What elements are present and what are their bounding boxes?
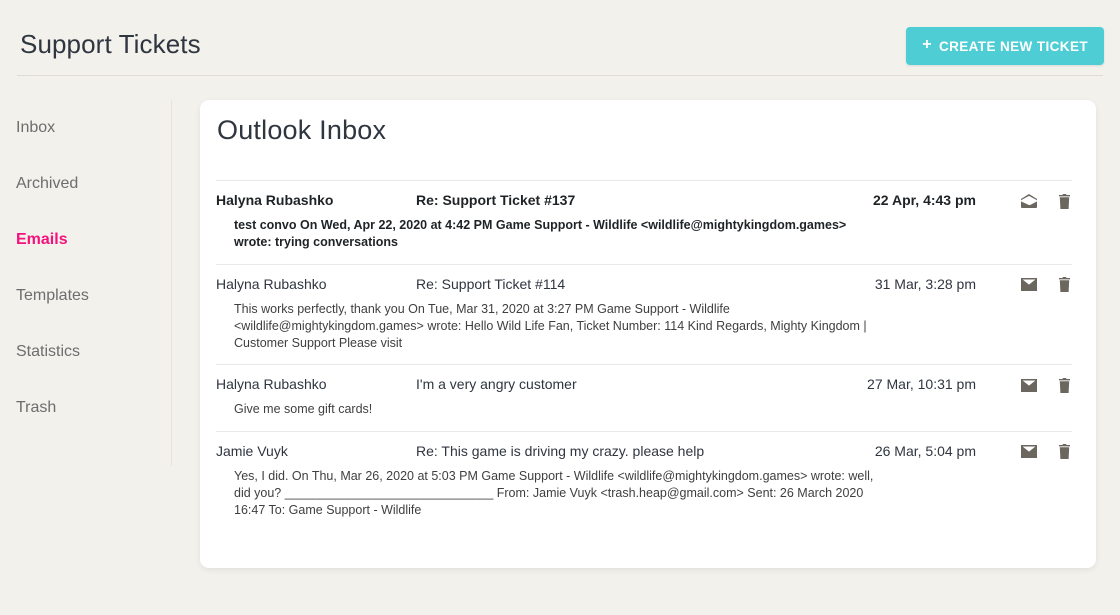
envelope-closed-icon[interactable]	[1021, 277, 1037, 293]
plus-icon: +	[922, 36, 932, 53]
table-row[interactable]: Jamie Vuyk Re: This game is driving my c…	[216, 430, 1072, 532]
trash-icon[interactable]	[1056, 444, 1072, 460]
sidebar-item-emails[interactable]: Emails	[0, 212, 171, 268]
email-snippet: Yes, I did. On Thu, Mar 26, 2020 at 5:03…	[234, 468, 874, 518]
email-sender: Jamie Vuyk	[216, 442, 288, 459]
email-row-actions	[976, 443, 1072, 459]
email-subject: Re: This game is driving my crazy. pleas…	[416, 442, 705, 459]
email-row-actions	[976, 276, 1072, 292]
envelope-open-icon[interactable]	[1021, 193, 1037, 209]
create-new-ticket-label: CREATE NEW TICKET	[938, 38, 1088, 54]
email-row-header: Jamie Vuyk Re: This game is driving my c…	[216, 443, 1072, 461]
email-row-actions	[976, 376, 1072, 393]
header-divider	[17, 75, 1103, 76]
sidebar-item-archived[interactable]: Archived	[0, 156, 171, 212]
email-sender: Halyna Rubashko	[216, 275, 327, 292]
table-row[interactable]: Halyna Rubashko Re: Support Ticket #137 …	[216, 180, 1072, 264]
create-new-ticket-button[interactable]: + CREATE NEW TICKET	[906, 27, 1104, 65]
email-sender: Halyna Rubashko	[216, 376, 327, 393]
sidebar: Inbox Archived Emails Templates Statisti…	[0, 100, 172, 466]
email-row-header: Halyna Rubashko Re: Support Ticket #137 …	[216, 192, 1072, 210]
envelope-closed-icon[interactable]	[1021, 444, 1037, 460]
email-list: Halyna Rubashko Re: Support Ticket #137 …	[216, 180, 1072, 531]
page-header: Support Tickets + CREATE NEW TICKET	[0, 0, 1120, 76]
email-date: 27 Mar, 10:31 pm	[867, 376, 976, 393]
email-row-header: Halyna Rubashko Re: Support Ticket #114 …	[216, 276, 1072, 294]
email-sender: Halyna Rubashko	[216, 192, 334, 208]
email-snippet: This works perfectly, thank you On Tue, …	[234, 301, 867, 351]
email-date: 22 Apr, 4:43 pm	[873, 192, 976, 208]
envelope-closed-icon[interactable]	[1021, 377, 1037, 393]
sidebar-item-statistics[interactable]: Statistics	[0, 324, 171, 380]
email-subject: Re: Support Ticket #137	[416, 192, 576, 208]
trash-icon[interactable]	[1056, 193, 1072, 209]
sidebar-item-templates[interactable]: Templates	[0, 268, 171, 324]
email-snippet: Give me some gift cards!	[234, 402, 373, 417]
sidebar-item-inbox[interactable]: Inbox	[0, 100, 171, 156]
page-title: Support Tickets	[20, 29, 201, 59]
table-row[interactable]: Halyna Rubashko I'm a very angry custome…	[216, 364, 1072, 430]
trash-icon[interactable]	[1056, 277, 1072, 293]
email-subject: Re: Support Ticket #114	[416, 275, 566, 292]
inbox-card-title: Outlook Inbox	[217, 115, 387, 145]
sidebar-item-trash[interactable]: Trash	[0, 380, 171, 436]
email-row-header: Halyna Rubashko I'm a very angry custome…	[216, 376, 1072, 394]
trash-icon[interactable]	[1056, 377, 1072, 393]
email-row-actions	[976, 192, 1072, 209]
email-date: 31 Mar, 3:28 pm	[874, 275, 976, 292]
email-date: 26 Mar, 5:04 pm	[874, 442, 976, 459]
inbox-card: Outlook Inbox Halyna Rubashko Re: Suppor…	[200, 100, 1096, 568]
email-subject: I'm a very angry customer	[416, 376, 577, 393]
email-snippet: test convo On Wed, Apr 22, 2020 at 4:42 …	[234, 218, 847, 250]
table-row[interactable]: Halyna Rubashko Re: Support Ticket #114 …	[216, 263, 1072, 365]
